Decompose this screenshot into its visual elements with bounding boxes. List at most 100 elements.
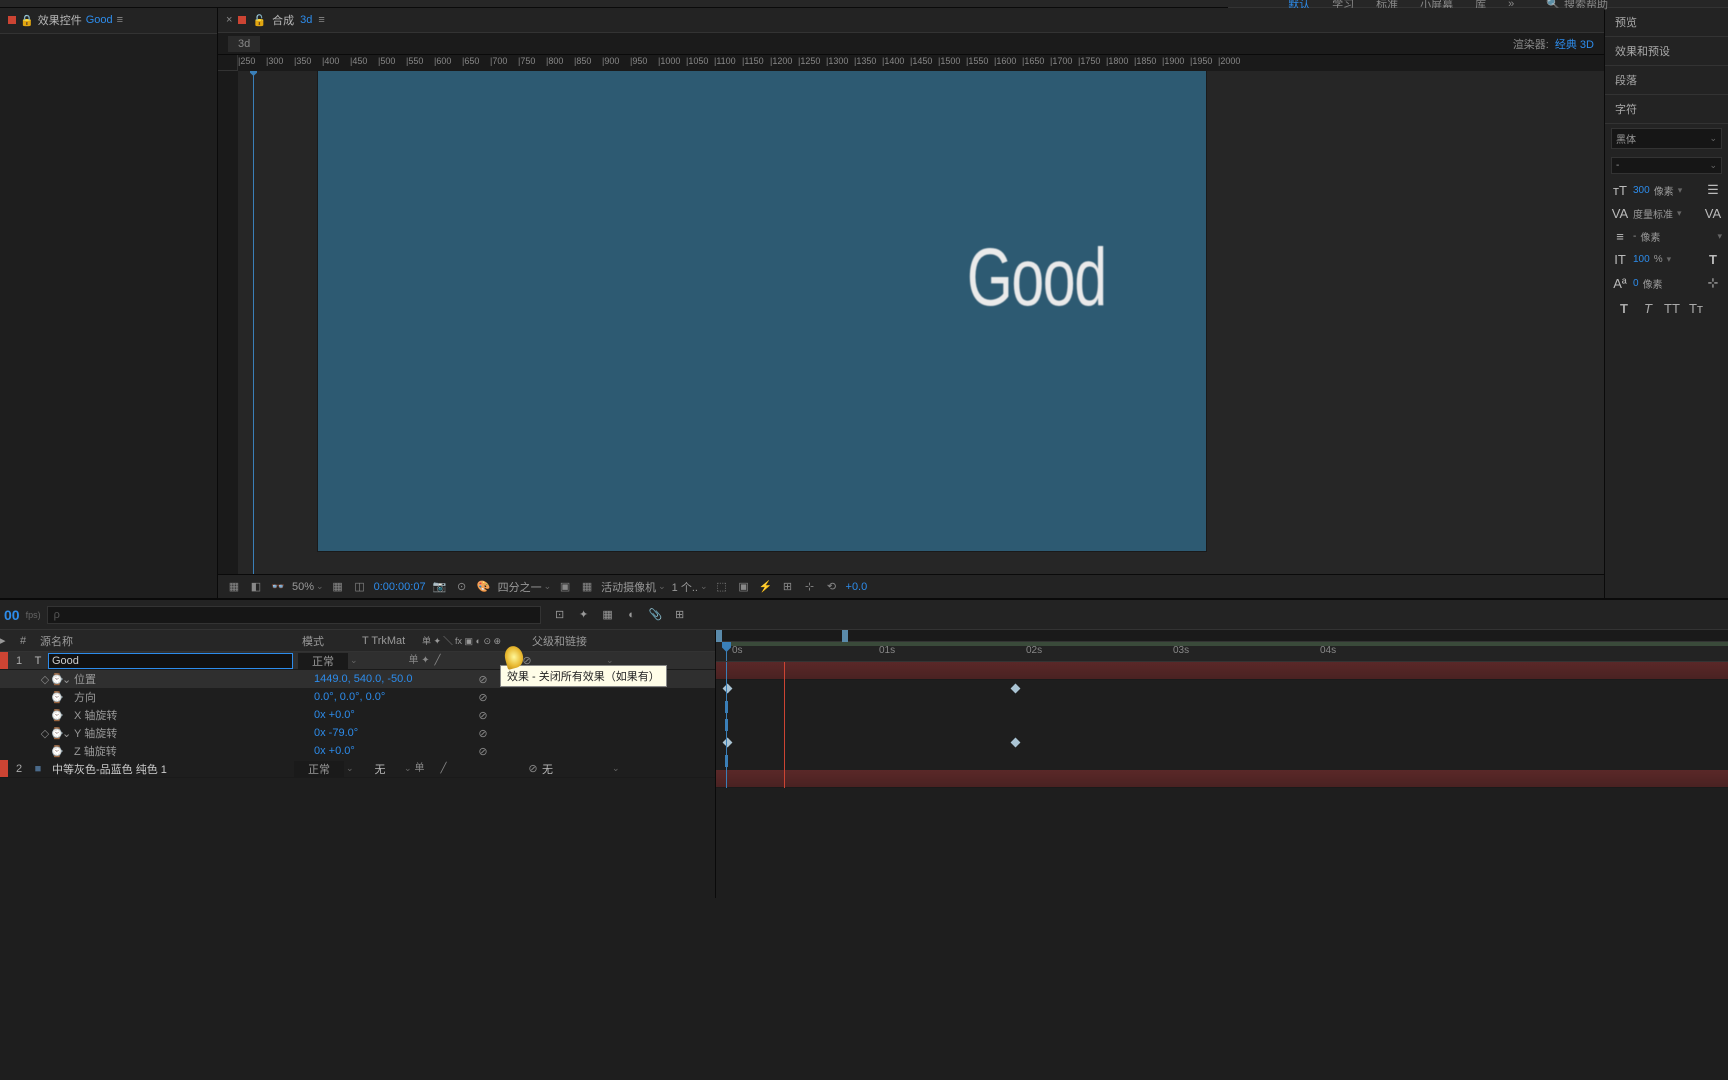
timeline-search[interactable]: ρ <box>47 606 541 624</box>
effects-presets-header[interactable]: 效果和预设 <box>1605 37 1728 66</box>
share-icon[interactable]: ⬚ <box>714 579 730 595</box>
kerning-value[interactable]: 度量标准 <box>1633 206 1673 221</box>
lock-icon[interactable]: 🔒 <box>20 14 34 27</box>
camera-dropdown[interactable]: 活动摄像机⌄ <box>601 579 666 595</box>
track-y-rotation[interactable] <box>716 734 1728 752</box>
prop-row-方向[interactable]: ⌚ 方向 0.0°, 0.0°, 0.0° ⊘ <box>0 688 715 706</box>
vscale-value[interactable]: 100 <box>1633 254 1650 265</box>
keyframe[interactable] <box>1011 684 1021 694</box>
transparency-icon[interactable]: ▦ <box>579 579 595 595</box>
expression-link-icon[interactable]: ⊘ <box>474 727 492 740</box>
stopwatch-icon[interactable]: ⌚ <box>50 673 62 686</box>
track-orientation[interactable] <box>716 698 1728 716</box>
col-trkmat[interactable]: T TrkMat <box>362 635 422 647</box>
time-ruler-playhead[interactable] <box>726 642 727 661</box>
prop-value[interactable]: 1449.0, 540.0, -50.0 <box>314 673 474 685</box>
stopwatch-icon[interactable]: ⌚ <box>50 691 62 704</box>
bold-button[interactable]: T <box>1615 301 1633 316</box>
frame-blend-icon[interactable]: ▦ <box>599 606 617 624</box>
grid-icon[interactable]: ▦ <box>330 579 346 595</box>
alpha-icon[interactable]: ▦ <box>226 579 242 595</box>
timecode[interactable]: 0:00:00:07 <box>374 581 426 593</box>
allcaps-button[interactable]: TT <box>1663 301 1681 316</box>
comp-lock-icon[interactable]: 🔓 <box>252 14 266 27</box>
brain-icon[interactable]: ⊞ <box>671 606 689 624</box>
comp-mini-icon[interactable]: ⊡ <box>551 606 569 624</box>
comp-menu-icon[interactable]: ≡ <box>318 14 324 26</box>
keyframe[interactable] <box>1011 738 1021 748</box>
snapshot-icon[interactable]: 📷 <box>432 579 448 595</box>
font-style-dropdown[interactable]: -⌄ <box>1611 157 1722 174</box>
layer-row-2[interactable]: 2 ■ 中等灰色-品蓝色 纯色 1 正常 ⌄ 无 ⌄ 单╱ ⊘ 无 ⌄ <box>0 760 715 778</box>
show-snapshot-icon[interactable]: ⊙ <box>454 579 470 595</box>
shy-icon[interactable]: ✦ <box>575 606 593 624</box>
stopwatch-icon[interactable]: ⌚ <box>50 745 62 758</box>
motion-blur-icon[interactable]: ◐ <box>623 606 641 624</box>
col-parent[interactable]: 父级和链接 <box>532 633 632 649</box>
prop-value[interactable]: 0x -79.0° <box>314 727 474 739</box>
cti-line[interactable] <box>726 662 727 788</box>
layer-2-mode[interactable]: 正常 <box>294 761 344 777</box>
fast-icon[interactable]: ⚡ <box>758 579 774 595</box>
timeline-navigator[interactable] <box>716 630 1728 642</box>
track-x-rotation[interactable] <box>716 716 1728 734</box>
layer-1-label[interactable] <box>0 652 8 669</box>
expression-link-icon[interactable]: ⊘ <box>474 673 492 686</box>
preview-panel-header[interactable]: 预览 <box>1605 8 1728 37</box>
mode-chevron-icon[interactable]: ⌄ <box>350 655 360 666</box>
guide-icon[interactable]: ◫ <box>352 579 368 595</box>
track-layer-2[interactable] <box>716 770 1728 788</box>
layer-2-label[interactable] <box>0 760 8 777</box>
composition-canvas[interactable]: Good <box>318 71 1206 551</box>
prop-row-X 轴旋转[interactable]: ⌚ X 轴旋转 0x +0.0° ⊘ <box>0 706 715 724</box>
smallcaps-button[interactable]: Tᴛ <box>1687 301 1705 316</box>
parent-link-icon-2[interactable]: ⊘ <box>524 762 542 775</box>
keyframe-nav-icon[interactable]: ◇ <box>40 673 50 686</box>
mask-icon[interactable]: 👓 <box>270 579 286 595</box>
col-toggle[interactable]: ▸ <box>0 634 12 647</box>
prop-value[interactable]: 0.0°, 0.0°, 0.0° <box>314 691 474 703</box>
roi-icon[interactable]: ▣ <box>557 579 573 595</box>
col-mode[interactable]: 模式 <box>302 633 362 649</box>
effect-controls-tab[interactable]: 🔒 效果控件 Good ≡ <box>0 8 217 34</box>
prop-row-Y 轴旋转[interactable]: ◇ ⌚ ⌄ Y 轴旋转 0x -79.0° ⊘ <box>0 724 715 742</box>
layer-1-mode[interactable]: 正常 <box>298 653 348 669</box>
keyframe[interactable] <box>723 684 733 694</box>
flowchart-icon[interactable]: ⊹ <box>802 579 818 595</box>
canvas-text-good[interactable]: Good <box>967 231 1106 325</box>
italic-button[interactable]: T <box>1639 301 1657 316</box>
layer-2-name[interactable]: 中等灰色-品蓝色 纯色 1 <box>46 761 294 777</box>
reset-exp-icon[interactable]: ⟲ <box>824 579 840 595</box>
font-family-dropdown[interactable]: 黑体⌄ <box>1611 128 1722 149</box>
resolution-dropdown[interactable]: 四分之一⌄ <box>498 579 552 595</box>
expression-link-icon[interactable]: ⊘ <box>474 709 492 722</box>
timeline-icon[interactable]: ⊞ <box>780 579 796 595</box>
track-z-rotation[interactable] <box>716 752 1728 770</box>
zoom-dropdown[interactable]: 50%⌄ <box>292 581 324 593</box>
exposure[interactable]: +0.0 <box>846 581 868 593</box>
character-panel-header[interactable]: 字符 <box>1605 95 1728 124</box>
graph-icon[interactable]: 📎 <box>647 606 665 624</box>
renderer-selector[interactable]: 渲染器: 经典 3D <box>1513 36 1594 52</box>
layer-2-switches[interactable]: 单╱ <box>414 763 524 774</box>
col-source[interactable]: 源名称 <box>34 633 302 649</box>
time-ruler[interactable]: 0s01s02s03s04s <box>716 642 1728 662</box>
keyframe-nav-icon[interactable]: ◇ <box>40 727 50 740</box>
prop-value[interactable]: 0x +0.0° <box>314 709 474 721</box>
expression-link-icon[interactable]: ⊘ <box>474 691 492 704</box>
paragraph-panel-header[interactable]: 段落 <box>1605 66 1728 95</box>
current-time[interactable]: 00 <box>4 607 20 623</box>
stopwatch-icon[interactable]: ⌚ <box>50 727 62 740</box>
close-comp-icon[interactable]: × <box>226 14 232 26</box>
pixel-icon[interactable]: ▣ <box>736 579 752 595</box>
color-icon[interactable]: 🎨 <box>476 579 492 595</box>
track-layer-1[interactable] <box>716 662 1728 680</box>
timeline-tracks[interactable]: 0s01s02s03s04s <box>716 630 1728 898</box>
keyframe[interactable] <box>723 738 733 748</box>
stopwatch-icon[interactable]: ⌚ <box>50 709 62 722</box>
layer-1-name[interactable] <box>46 653 298 669</box>
prop-row-Z 轴旋转[interactable]: ⌚ Z 轴旋转 0x +0.0° ⊘ <box>0 742 715 760</box>
sub-tab-3d[interactable]: 3d <box>228 36 260 52</box>
font-size-value[interactable]: 300 <box>1633 185 1650 196</box>
layer-name-input[interactable] <box>48 653 293 669</box>
